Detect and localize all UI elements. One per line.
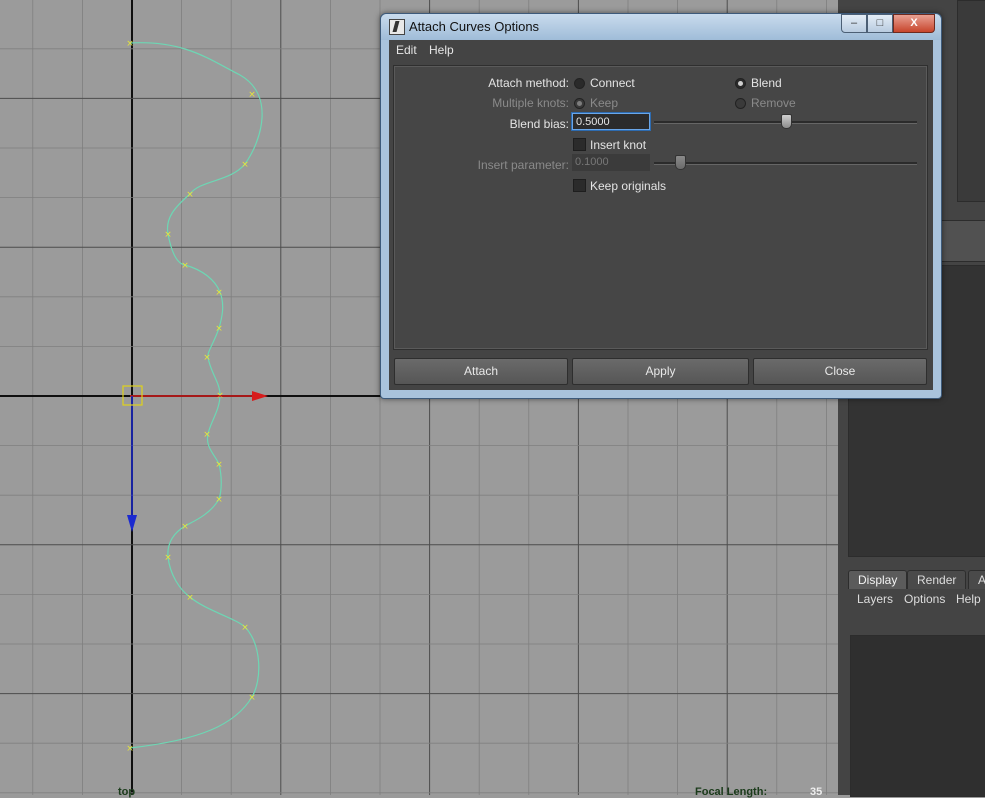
- multiple-knots-label: Multiple knots:: [492, 96, 569, 110]
- insert-parameter-slider[interactable]: [654, 162, 917, 165]
- keep-originals-label[interactable]: Keep originals: [590, 179, 666, 193]
- tab-display[interactable]: Display: [848, 570, 908, 589]
- close-window-button[interactable]: X: [893, 14, 935, 33]
- attribute-panel-strip: [957, 0, 985, 202]
- cv-marker[interactable]: ×: [186, 190, 194, 200]
- insert-parameter-slider-thumb[interactable]: [675, 155, 687, 170]
- focal-length-label: Focal Length:: [695, 786, 768, 798]
- cv-marker[interactable]: ×: [241, 623, 249, 633]
- options-frame: Attach method: Connect Blend Multiple kn…: [393, 65, 928, 350]
- minimize-icon: –: [850, 17, 858, 29]
- cv-marker[interactable]: ×: [215, 460, 223, 470]
- radio-remove-label[interactable]: Remove: [751, 96, 796, 110]
- keep-originals-checkbox[interactable]: [573, 179, 586, 192]
- tab-render[interactable]: Render: [907, 570, 967, 589]
- apply-button[interactable]: Apply: [572, 358, 749, 385]
- cv-marker[interactable]: ×: [181, 522, 189, 532]
- minimize-button[interactable]: –: [841, 14, 867, 33]
- blend-bias-field[interactable]: 0.5000: [572, 113, 650, 130]
- blend-bias-slider-thumb[interactable]: [780, 114, 792, 129]
- close-icon: X: [910, 17, 918, 29]
- menu-help[interactable]: Help: [956, 592, 981, 606]
- maximize-button[interactable]: □: [867, 14, 893, 33]
- focal-length-value: 35: [810, 786, 823, 798]
- maximize-icon: □: [876, 17, 884, 29]
- radio-blend-label[interactable]: Blend: [751, 76, 782, 90]
- dialog-client: Edit Help Attach method: Connect Blend M…: [389, 40, 933, 390]
- radio-blend[interactable]: [735, 78, 746, 89]
- cv-marker[interactable]: ×: [241, 160, 249, 170]
- cv-marker[interactable]: ×: [126, 744, 134, 754]
- tab-animation[interactable]: An: [968, 570, 985, 589]
- cv-marker[interactable]: ×: [181, 261, 189, 271]
- radio-keep[interactable]: [574, 98, 585, 109]
- x-axis-arrow-icon[interactable]: [252, 391, 268, 401]
- cv-marker[interactable]: ×: [203, 430, 211, 440]
- menu-layers[interactable]: Layers: [857, 592, 893, 606]
- maya-app-icon: [389, 19, 405, 35]
- menu-edit[interactable]: Edit: [396, 43, 417, 57]
- insert-knot-label[interactable]: Insert knot: [590, 138, 646, 152]
- camera-label: top: [118, 786, 136, 798]
- radio-connect-label[interactable]: Connect: [590, 76, 635, 90]
- insert-parameter-field[interactable]: 0.1000: [572, 154, 650, 171]
- dialog-menubar: Edit Help: [389, 40, 933, 62]
- insert-knot-checkbox[interactable]: [573, 138, 586, 151]
- attach-curves-options-dialog: Attach Curves Options – □ X Edit Help At…: [380, 13, 942, 399]
- cv-marker[interactable]: ×: [164, 553, 172, 563]
- attach-button[interactable]: Attach: [394, 358, 568, 385]
- cv-marker[interactable]: ×: [215, 324, 223, 334]
- cv-marker[interactable]: ×: [126, 39, 134, 49]
- cv-marker[interactable]: ×: [203, 353, 211, 363]
- cv-marker[interactable]: ×: [248, 90, 256, 100]
- radio-connect[interactable]: [574, 78, 585, 89]
- cv-marker[interactable]: ×: [215, 495, 223, 505]
- attach-method-label: Attach method:: [488, 76, 569, 90]
- insert-parameter-label: Insert parameter:: [477, 158, 569, 172]
- cv-marker[interactable]: ×: [186, 593, 194, 603]
- layer-list[interactable]: [850, 635, 985, 797]
- radio-remove[interactable]: [735, 98, 746, 109]
- cv-marker[interactable]: ×: [164, 230, 172, 240]
- radio-keep-label[interactable]: Keep: [590, 96, 618, 110]
- blend-bias-label: Blend bias:: [509, 117, 569, 131]
- dialog-title: Attach Curves Options: [409, 19, 540, 34]
- menu-help-dialog[interactable]: Help: [429, 43, 454, 57]
- close-button[interactable]: Close: [753, 358, 927, 385]
- cv-marker[interactable]: ×: [215, 288, 223, 298]
- cv-marker[interactable]: ×: [248, 693, 256, 703]
- menu-options[interactable]: Options: [904, 592, 945, 606]
- y-axis-arrow-icon[interactable]: [127, 515, 137, 532]
